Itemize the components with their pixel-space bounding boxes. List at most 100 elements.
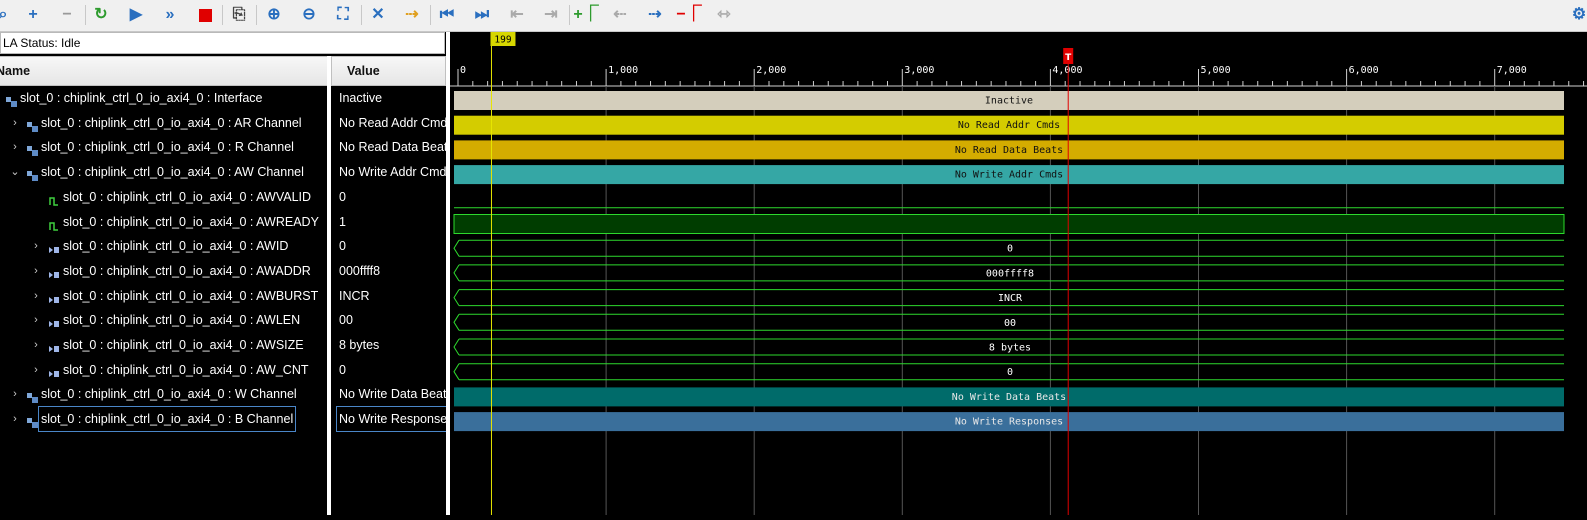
signal-row[interactable]: › slot_0 : chiplink_ctrl_0_io_axi4_0 : AR… [0, 111, 327, 135]
toolbar-separator [85, 5, 86, 25]
signal-name: slot_0 : chiplink_ctrl_0_io_axi4_0 : AW_… [63, 362, 309, 377]
tick-label: 3,000 [904, 65, 934, 76]
interface-icon [26, 413, 39, 437]
collapse-icon[interactable]: ⌄ [9, 160, 21, 184]
bit-waveform-high[interactable] [453, 214, 1565, 234]
bus-value-label: 000ffff8 [986, 268, 1034, 279]
signal-row[interactable]: › slot_0 : chiplink_ctrl_0_io_axi4_0 : AW… [0, 259, 327, 283]
signal-value: 0 [339, 189, 346, 204]
go-to-end-icon[interactable]: ⏭ [470, 3, 494, 27]
add-marker-icon[interactable]: +⎾ [573, 3, 598, 27]
stop-icon[interactable] [193, 3, 217, 27]
expand-icon[interactable]: › [30, 259, 42, 283]
signal-name: slot_0 : chiplink_ctrl_0_io_axi4_0 : AWS… [63, 338, 304, 352]
name-header-label: Name [0, 64, 31, 78]
signal-row[interactable]: › slot_0 : chiplink_ctrl_0_io_axi4_0 : R … [0, 135, 327, 159]
waveform-bar-label: No Write Addr Cmds [955, 170, 1063, 181]
signal-row[interactable]: slot_0 : chiplink_ctrl_0_io_axi4_0 : AWR… [0, 210, 327, 234]
signal-value: No Write Addr Cmds [339, 165, 446, 180]
signal-name: slot_0 : chiplink_ctrl_0_io_axi4_0 : R C… [41, 140, 294, 155]
signal-value: 0 [339, 362, 346, 377]
signal-name: slot_0 : chiplink_ctrl_0_io_axi4_0 : AWA… [63, 263, 311, 278]
previous-transition-icon[interactable]: ⇤ [505, 3, 529, 27]
expand-icon[interactable]: › [9, 407, 21, 431]
expand-icon[interactable]: › [30, 234, 42, 258]
waveform-viewer[interactable]: 0 1,000 2,000 3,000 4,000 5,000 6,000 7,000 Inac… [450, 32, 1587, 515]
waveform-bar-label: No Read Addr Cmds [958, 120, 1060, 131]
tick-label: 6,000 [1349, 65, 1379, 76]
signal-row[interactable]: › slot_0 : chiplink_ctrl_0_io_axi4_0 : AW… [0, 234, 327, 258]
value-header-label: Value [347, 64, 380, 78]
expand-icon[interactable]: › [30, 284, 42, 308]
signal-row[interactable]: slot_0 : chiplink_ctrl_0_io_axi4_0 : AWV… [0, 185, 327, 209]
expand-icon[interactable]: › [30, 333, 42, 357]
signal-value: 8 bytes [339, 338, 380, 352]
signal-name: slot_0 : chiplink_ctrl_0_io_axi4_0 : AWL… [63, 313, 301, 328]
signal-name: slot_0 : chiplink_ctrl_0_io_axi4_0 : AWR… [63, 214, 319, 229]
previous-marker-icon[interactable]: ⇠ [608, 3, 632, 27]
signal-row[interactable]: › slot_0 : chiplink_ctrl_0_io_axi4_0 : AW… [0, 308, 327, 332]
export-icon[interactable]: ⎘ [227, 3, 251, 27]
signal-name: slot_0 : chiplink_ctrl_0_io_axi4_0 : Int… [20, 91, 263, 105]
go-to-cursor-icon[interactable]: ⇢ [400, 3, 424, 27]
signal-row[interactable]: › slot_0 : chiplink_ctrl_0_io_axi4_0 : B … [0, 406, 327, 433]
expand-icon[interactable]: › [9, 111, 21, 135]
cursor-label: 199 [494, 35, 511, 46]
toolbar-separator [430, 5, 431, 25]
run-trigger-icon[interactable]: ↻ [89, 3, 113, 27]
bus-value-label: INCR [998, 293, 1023, 304]
tick-label: 5,000 [1201, 65, 1231, 76]
expand-icon[interactable]: › [30, 308, 42, 332]
waveform-canvas[interactable]: 0 1,000 2,000 3,000 4,000 5,000 6,000 7,000 Inac… [450, 32, 1587, 515]
bus-value-label: 0 [1007, 367, 1013, 378]
value-column-header[interactable]: Value [331, 56, 446, 86]
signal-value: 0 [339, 239, 346, 254]
next-marker-icon[interactable]: ⇢ [643, 3, 667, 27]
waveform-bar-label: No Read Data Beats [955, 145, 1063, 156]
signal-row[interactable]: slot_0 : chiplink_ctrl_0_io_axi4_0 : Int… [0, 86, 327, 110]
run-icon[interactable]: ▶ [124, 3, 148, 27]
toolbar-separator [361, 5, 362, 25]
remove-icon[interactable]: − [55, 3, 79, 27]
signal-row[interactable]: › slot_0 : chiplink_ctrl_0_io_axi4_0 : AW… [0, 284, 327, 308]
go-to-start-icon[interactable]: ⏮ [435, 3, 459, 27]
delete-marker-icon[interactable]: −⎾ [676, 3, 701, 27]
signal-value: 000ffff8 [339, 263, 381, 278]
expand-icon[interactable]: › [9, 135, 21, 159]
zoom-fit-icon[interactable]: ⛶ [331, 3, 355, 27]
signal-name: slot_0 : chiplink_ctrl_0_io_axi4_0 : AW … [41, 165, 304, 180]
next-transition-icon[interactable]: ⇥ [539, 3, 563, 27]
signal-row[interactable]: › slot_0 : chiplink_ctrl_0_io_axi4_0 : AW… [0, 358, 327, 382]
swap-cursors-icon[interactable]: ⇿ [712, 3, 736, 27]
signal-row[interactable]: ⌄ slot_0 : chiplink_ctrl_0_io_axi4_0 : AW… [0, 160, 327, 184]
name-column-header[interactable]: Name [0, 56, 328, 86]
signal-row[interactable]: › slot_0 : chiplink_ctrl_0_io_axi4_0 : AW… [0, 333, 327, 357]
toolbar-separator [256, 5, 257, 25]
signal-name: slot_0 : chiplink_ctrl_0_io_axi4_0 : AR … [41, 115, 302, 130]
toolbar-separator [222, 5, 223, 25]
signal-name-list: slot_0 : chiplink_ctrl_0_io_axi4_0 : Int… [0, 86, 327, 515]
signal-value-list: Inactive No Read Addr Cmds No Read Data Be… [331, 86, 446, 515]
tick-label: 4,000 [1052, 65, 1082, 76]
signal-value: No Write Data Beats [339, 387, 446, 402]
signal-name: slot_0 : chiplink_ctrl_0_io_axi4_0 : W C… [41, 387, 297, 402]
run-immediate-icon[interactable]: » [158, 3, 182, 27]
cursor-icon[interactable]: ✕ [366, 3, 390, 27]
settings-icon[interactable]: ⚙ [1567, 3, 1587, 27]
waveform-bar-label: Inactive [985, 96, 1033, 107]
trigger-label: T [1065, 53, 1072, 63]
signal-value: 1 [339, 214, 346, 229]
waveform-bar-label: No Write Data Beats [952, 392, 1066, 403]
zoom-in-icon[interactable]: ⊕ [262, 3, 286, 27]
signal-value: No Read Data Beats [339, 140, 446, 155]
signal-row[interactable]: › slot_0 : chiplink_ctrl_0_io_axi4_0 : W … [0, 382, 327, 406]
signal-name: slot_0 : chiplink_ctrl_0_io_axi4_0 : AWB… [63, 288, 319, 303]
signal-value: No Write Response [335, 406, 446, 433]
search-icon[interactable]: ⌕ [0, 3, 15, 27]
tick-label: 1,000 [608, 65, 638, 76]
add-icon[interactable]: + [21, 3, 45, 27]
expand-icon[interactable]: › [30, 358, 42, 382]
expand-icon[interactable]: › [9, 382, 21, 406]
tick-label: 2,000 [756, 65, 786, 76]
zoom-out-icon[interactable]: ⊖ [297, 3, 321, 27]
